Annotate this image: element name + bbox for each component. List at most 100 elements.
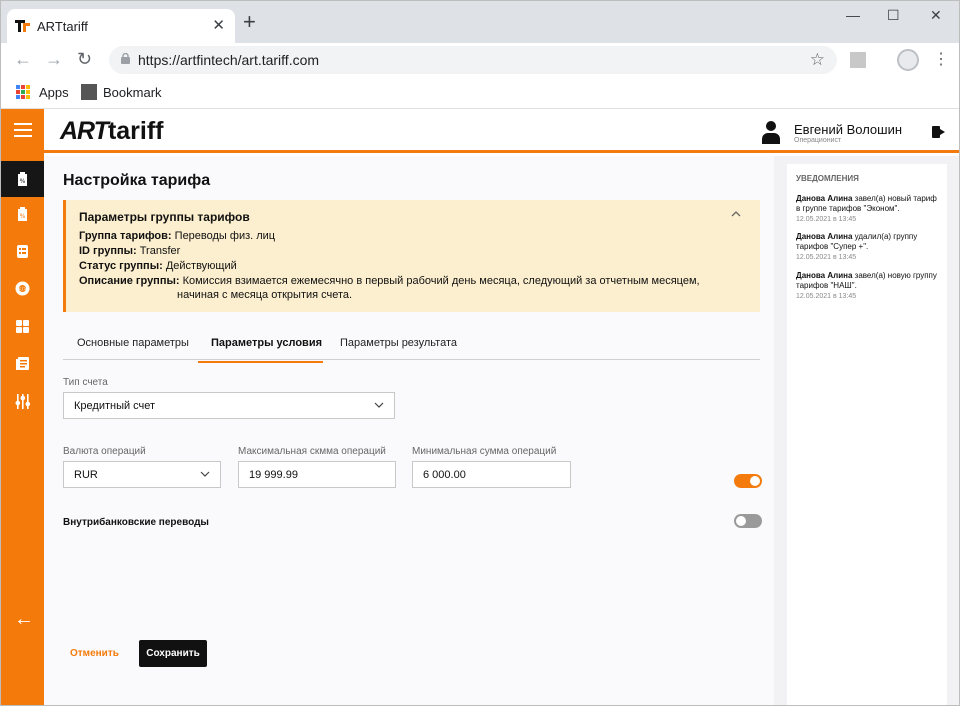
arttariff-logo[interactable]: ARTtariff [60,117,164,145]
sidebar-tariff-calc-icon[interactable]: % [14,206,31,223]
user-avatar-icon [762,121,780,144]
info-group-label: Группа тарифов: [79,230,172,242]
tab-basic-params[interactable]: Основные параметры [77,337,189,349]
extension-icon[interactable] [850,52,866,68]
bookmark-star-icon[interactable]: ☆ [810,50,825,70]
svg-text:</>: </> [17,287,27,293]
intrabank-label: Внутрибанковские переводы [63,517,209,528]
tab-result-params[interactable]: Параметры результата [340,337,457,349]
close-window-icon[interactable]: ✕ [930,7,942,24]
notifications-panel: Уведомления Данова Алина завел(а) новый … [774,156,959,705]
sidebar-item-tariffs-active[interactable]: % [1,161,44,197]
hamburger-menu-icon[interactable] [14,123,32,137]
notifications-card: Уведомления Данова Алина завел(а) новый … [787,164,947,705]
forward-arrow-icon[interactable]: → [45,49,63,70]
svg-text:%: % [20,178,26,185]
info-row-description: Описание группы: Комиссия взимается ежем… [79,275,700,287]
maximize-icon[interactable]: ☐ [887,7,900,24]
chevron-down-icon [200,471,210,477]
tab-bar: ARTtariff ✕ + — ☐ ✕ [1,1,959,43]
notification-item[interactable]: Данова Алина удалил(а) группу тарифов "С… [796,232,942,263]
sidebar-list-icon[interactable] [14,243,31,260]
currency-select[interactable]: RUR [63,461,221,488]
page-title: Настройка тарифа [63,172,211,189]
min-amount-label: Минимальная сумма операций [412,446,557,457]
info-desc-line1: Комиссия взимается ежемесячно в первый р… [182,275,700,287]
currency-label: Валюта операций [63,446,146,457]
profile-avatar-icon[interactable] [897,49,919,71]
amount-range-toggle[interactable] [734,474,762,488]
main-content: Настройка тарифа Параметры группы тарифо… [44,156,774,705]
app-header: ARTtariff Евгений Волошин Операционист [44,109,959,153]
account-type-select[interactable]: Кредитный счет [63,392,395,419]
notification-item[interactable]: Данова Алина завел(а) новый тариф в груп… [796,194,942,225]
url-text: https://artfintech/art.tariff.com [138,52,320,68]
info-desc-label: Описание группы: [79,275,180,287]
info-panel-title: Параметры группы тарифов [79,210,250,224]
browser-toolbar: ← → ↻ https://artfintech/art.tariff.com … [1,43,959,77]
info-status-value: Действующий [165,260,237,272]
min-amount-input[interactable]: 6 000.00 [412,461,571,488]
tariff-group-info-panel: Параметры группы тарифов Группа тарифов:… [63,200,760,312]
lock-icon [121,53,130,64]
tab-title: ARTtariff [37,19,88,34]
user-role: Операционист [794,137,842,144]
info-row-id: ID группы: Transfer [79,245,180,257]
art-favicon-icon [15,20,30,32]
bookmark-apps[interactable]: Apps [39,85,69,100]
menu-kebab-icon[interactable]: ⋮ [933,49,949,69]
sidebar-sliders-icon[interactable] [14,393,31,410]
info-row-status: Статус группы: Действующий [79,260,237,272]
active-tab-indicator [198,361,323,363]
logo-tariff: tariff [107,117,164,145]
max-amount-label: Максимальная скмма операций [238,446,386,457]
browser-tab[interactable]: ARTtariff ✕ [7,9,235,43]
info-desc-line2: начиная с месяца открытия счета. [177,289,353,301]
tariff-tag-icon: % [18,172,27,186]
chevron-up-icon[interactable] [730,208,742,220]
logout-icon[interactable] [932,125,946,139]
info-status-label: Статус группы: [79,260,163,272]
user-name: Евгений Волошин [794,122,903,137]
save-button[interactable]: Сохранить [139,640,207,667]
max-amount-input[interactable]: 19 999.99 [238,461,396,488]
address-bar[interactable]: https://artfintech/art.tariff.com ☆ [109,46,837,74]
minimize-icon[interactable]: — [846,7,860,23]
account-type-label: Тип счета [63,377,108,388]
sidebar-code-settings-icon[interactable]: </> [14,280,31,297]
notification-author: Данова Алина [796,271,853,280]
min-amount-value: 6 000.00 [423,469,466,481]
bookmark-folder-icon [81,84,97,100]
info-id-value: Transfer [139,245,181,257]
sidebar: % % </> ← [1,109,44,705]
tab-condition-params[interactable]: Параметры условия [211,337,322,349]
info-row-group: Группа тарифов: Переводы физ. лиц [79,230,275,242]
notification-author: Данова Алина [796,232,853,241]
max-amount-value: 19 999.99 [249,469,298,481]
back-arrow-icon[interactable]: ← [14,49,32,70]
info-group-value: Переводы физ. лиц [174,230,276,242]
browser-window: ARTtariff ✕ + — ☐ ✕ ← → ↻ https://artfin… [0,0,960,706]
apps-grid-icon[interactable] [16,85,30,99]
logo-art: ART [60,117,109,145]
cancel-button[interactable]: Отменить [70,648,119,659]
notifications-title: Уведомления [796,174,859,183]
sidebar-documents-icon[interactable] [14,355,31,372]
notification-time: 12.05.2021 в 13:45 [796,254,857,261]
bookmark-item[interactable]: Bookmark [103,85,162,100]
close-tab-icon[interactable]: ✕ [212,16,225,34]
bookmarks-bar: Apps Bookmark [1,77,959,109]
new-tab-icon[interactable]: + [243,11,256,33]
account-type-value: Кредитный счет [74,400,156,412]
collapse-back-arrow-icon[interactable]: ← [14,608,34,631]
settings-tabs: Основные параметры Параметры условия Пар… [63,328,760,363]
reload-icon[interactable]: ↻ [77,49,92,70]
notification-time: 12.05.2021 в 13:45 [796,293,857,300]
notification-author: Данова Алина [796,194,853,203]
currency-value: RUR [74,469,98,481]
svg-text:%: % [20,213,26,220]
sidebar-calculator-icon[interactable] [14,318,31,335]
notification-item[interactable]: Данова Алина завел(а) новую группу тариф… [796,271,942,302]
chevron-down-icon [374,402,384,408]
intrabank-toggle[interactable] [734,514,762,528]
